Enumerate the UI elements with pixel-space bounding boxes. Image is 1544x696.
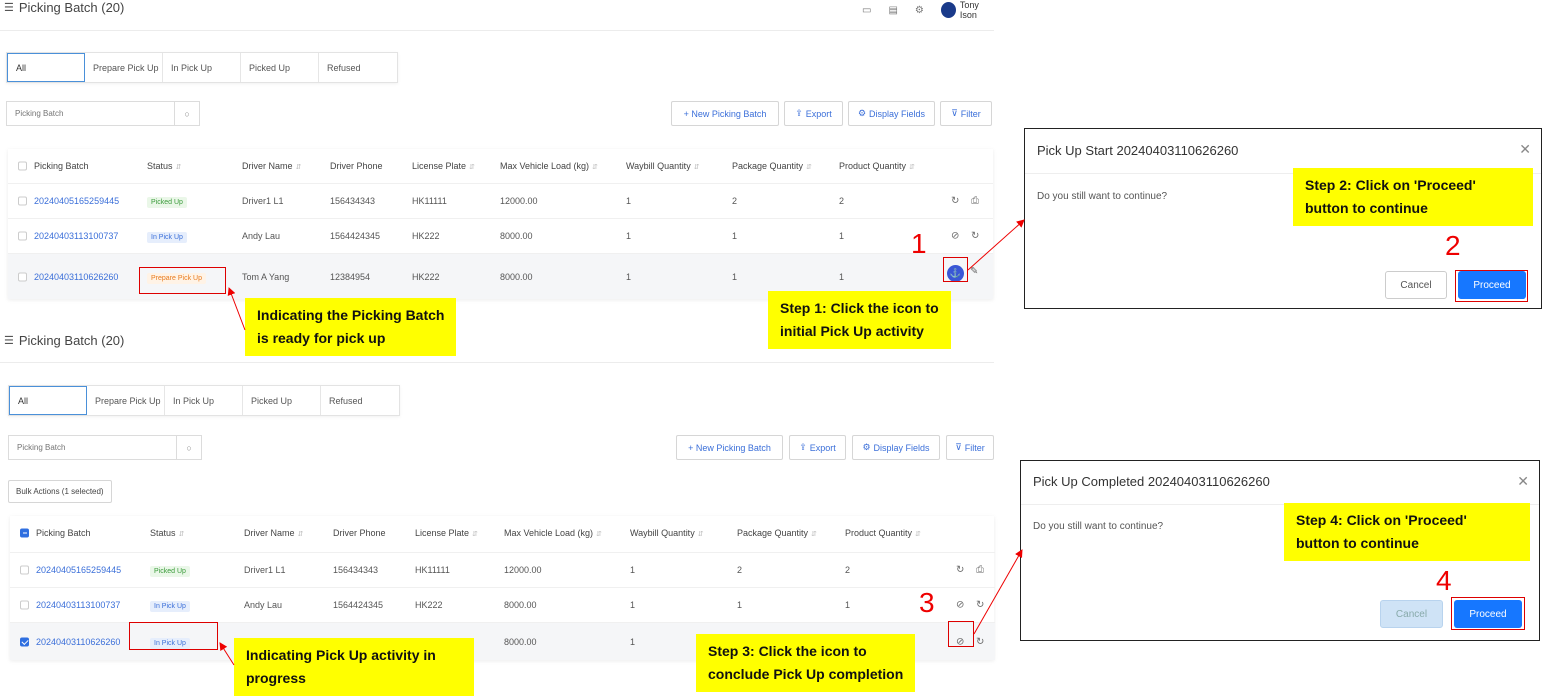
arrow-step1 xyxy=(967,219,1025,271)
annotation-arrows xyxy=(219,219,1025,666)
arrow-progress xyxy=(219,642,235,666)
arrow-step3 xyxy=(973,549,1023,635)
arrow-ready xyxy=(227,287,246,331)
